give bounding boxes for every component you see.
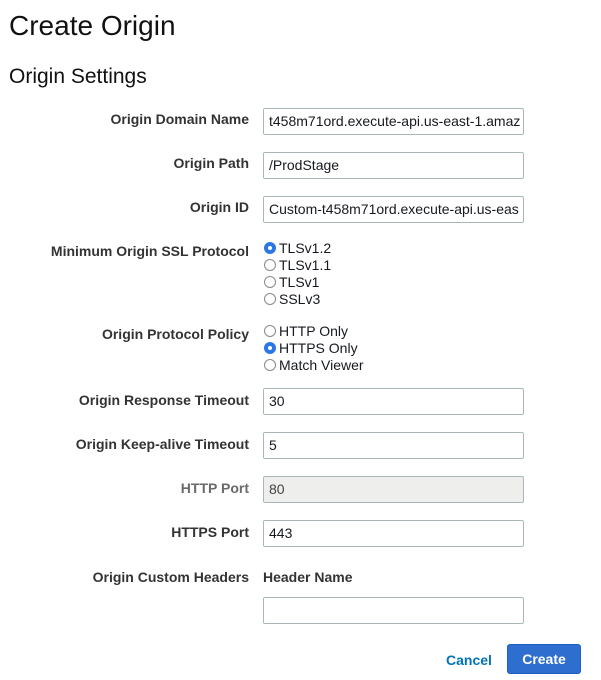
radio-button-checked[interactable] [264, 241, 276, 254]
ssl-option-tlsv1-2[interactable]: TLSv1.2 [264, 239, 331, 256]
http-port-input: 80 [263, 476, 524, 503]
origin-id-input[interactable]: Custom-t458m71ord.execute-api.us-eas [263, 196, 524, 223]
section-title: Origin Settings [9, 65, 147, 88]
origin-path-input[interactable]: /ProdStage [263, 152, 524, 179]
https-port-input[interactable]: 443 [263, 520, 524, 547]
policy-option-match-viewer[interactable]: Match Viewer [264, 356, 364, 373]
header-name-input[interactable] [263, 597, 524, 624]
header-name-column-header: Header Name [263, 569, 353, 585]
policy-option-label: HTTPS Only [279, 339, 358, 356]
radio-button[interactable] [264, 258, 276, 271]
cancel-button[interactable]: Cancel [446, 652, 492, 668]
response-timeout-label: Origin Response Timeout [78, 392, 249, 408]
radio-button[interactable] [264, 292, 276, 305]
create-button[interactable]: Create [507, 644, 581, 674]
policy-option-http-only[interactable]: HTTP Only [264, 322, 364, 339]
origin-domain-name-label: Origin Domain Name [110, 111, 249, 127]
origin-id-label: Origin ID [189, 199, 249, 215]
ssl-option-label: TLSv1.2 [279, 239, 332, 256]
ssl-protocol-label: Minimum Origin SSL Protocol [50, 243, 249, 259]
ssl-option-label: TLSv1.1 [279, 256, 332, 273]
radio-button-checked[interactable] [264, 341, 276, 354]
ssl-option-label: TLSv1 [279, 273, 320, 290]
policy-option-https-only[interactable]: HTTPS Only [264, 339, 364, 356]
http-port-label: HTTP Port [180, 480, 249, 496]
protocol-policy-radio-group: HTTP Only HTTPS Only Match Viewer [264, 322, 364, 373]
keepalive-timeout-input[interactable]: 5 [263, 432, 524, 459]
custom-headers-label: Origin Custom Headers [92, 569, 249, 585]
origin-path-label: Origin Path [173, 155, 249, 171]
https-port-label: HTTPS Port [171, 524, 249, 540]
radio-button[interactable] [264, 324, 276, 337]
ssl-option-tlsv1[interactable]: TLSv1 [264, 273, 331, 290]
response-timeout-input[interactable]: 30 [263, 388, 524, 415]
policy-option-label: Match Viewer [279, 356, 364, 373]
origin-domain-name-input[interactable]: t458m71ord.execute-api.us-east-1.amaz [263, 108, 524, 135]
protocol-policy-label: Origin Protocol Policy [101, 326, 249, 342]
ssl-protocol-radio-group: TLSv1.2 TLSv1.1 TLSv1 SSLv3 [264, 239, 331, 307]
ssl-option-label: SSLv3 [279, 290, 321, 307]
page-title: Create Origin [9, 10, 176, 41]
ssl-option-tlsv1-1[interactable]: TLSv1.1 [264, 256, 331, 273]
radio-button[interactable] [264, 275, 276, 288]
keepalive-timeout-label: Origin Keep-alive Timeout [75, 436, 249, 452]
ssl-option-sslv3[interactable]: SSLv3 [264, 290, 331, 307]
policy-option-label: HTTP Only [279, 322, 348, 339]
radio-button[interactable] [264, 358, 276, 371]
